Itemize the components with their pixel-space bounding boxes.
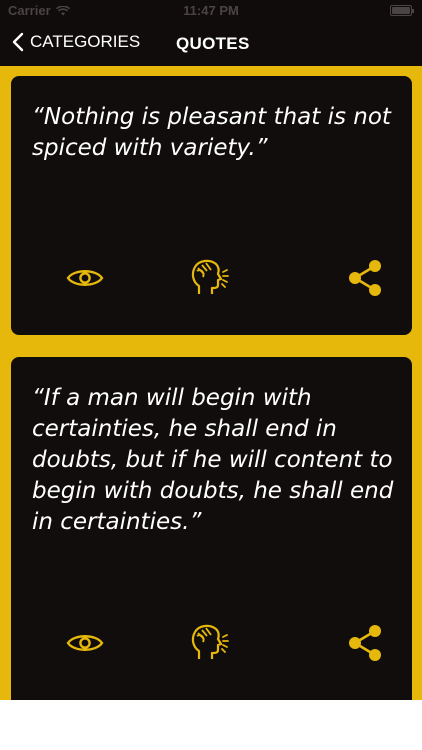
- view-button[interactable]: [64, 622, 106, 664]
- quote-list[interactable]: “Nothing is pleasant that is not spiced …: [0, 66, 422, 700]
- quote-actions: [11, 622, 412, 664]
- navigation-bar: CATEGORIES QUOTES: [0, 22, 422, 66]
- share-icon: [349, 625, 381, 661]
- quote-text: “Nothing is pleasant that is not spiced …: [32, 104, 391, 161]
- quote-card: “Nothing is pleasant that is not spiced …: [11, 76, 412, 335]
- page-title: QUOTES: [176, 34, 250, 53]
- speak-button[interactable]: [188, 622, 230, 664]
- status-time: 11:47 PM: [183, 3, 239, 18]
- share-button[interactable]: [344, 257, 386, 299]
- speaking-head-icon: [191, 259, 229, 294]
- quote-card: “If a man will begin with certainties, h…: [11, 357, 412, 700]
- quote-actions: [11, 257, 412, 299]
- chevron-left-icon: [12, 32, 24, 52]
- speak-button[interactable]: [188, 257, 230, 299]
- share-button[interactable]: [344, 622, 386, 664]
- back-button-label: CATEGORIES: [30, 32, 141, 51]
- eye-icon: [66, 635, 104, 651]
- quote-text: “If a man will begin with certainties, h…: [32, 385, 394, 535]
- eye-icon: [66, 270, 104, 286]
- speaking-head-icon: [191, 624, 229, 659]
- status-bar: Carrier 11:47 PM: [0, 0, 422, 22]
- bottom-area: [0, 700, 422, 750]
- back-button[interactable]: CATEGORIES: [12, 32, 140, 52]
- battery-icon: [390, 5, 414, 16]
- view-button[interactable]: [64, 257, 106, 299]
- app-screen: Carrier 11:47 PM CATEGORIES QUOTES “Noth…: [0, 0, 422, 750]
- share-icon: [349, 260, 381, 296]
